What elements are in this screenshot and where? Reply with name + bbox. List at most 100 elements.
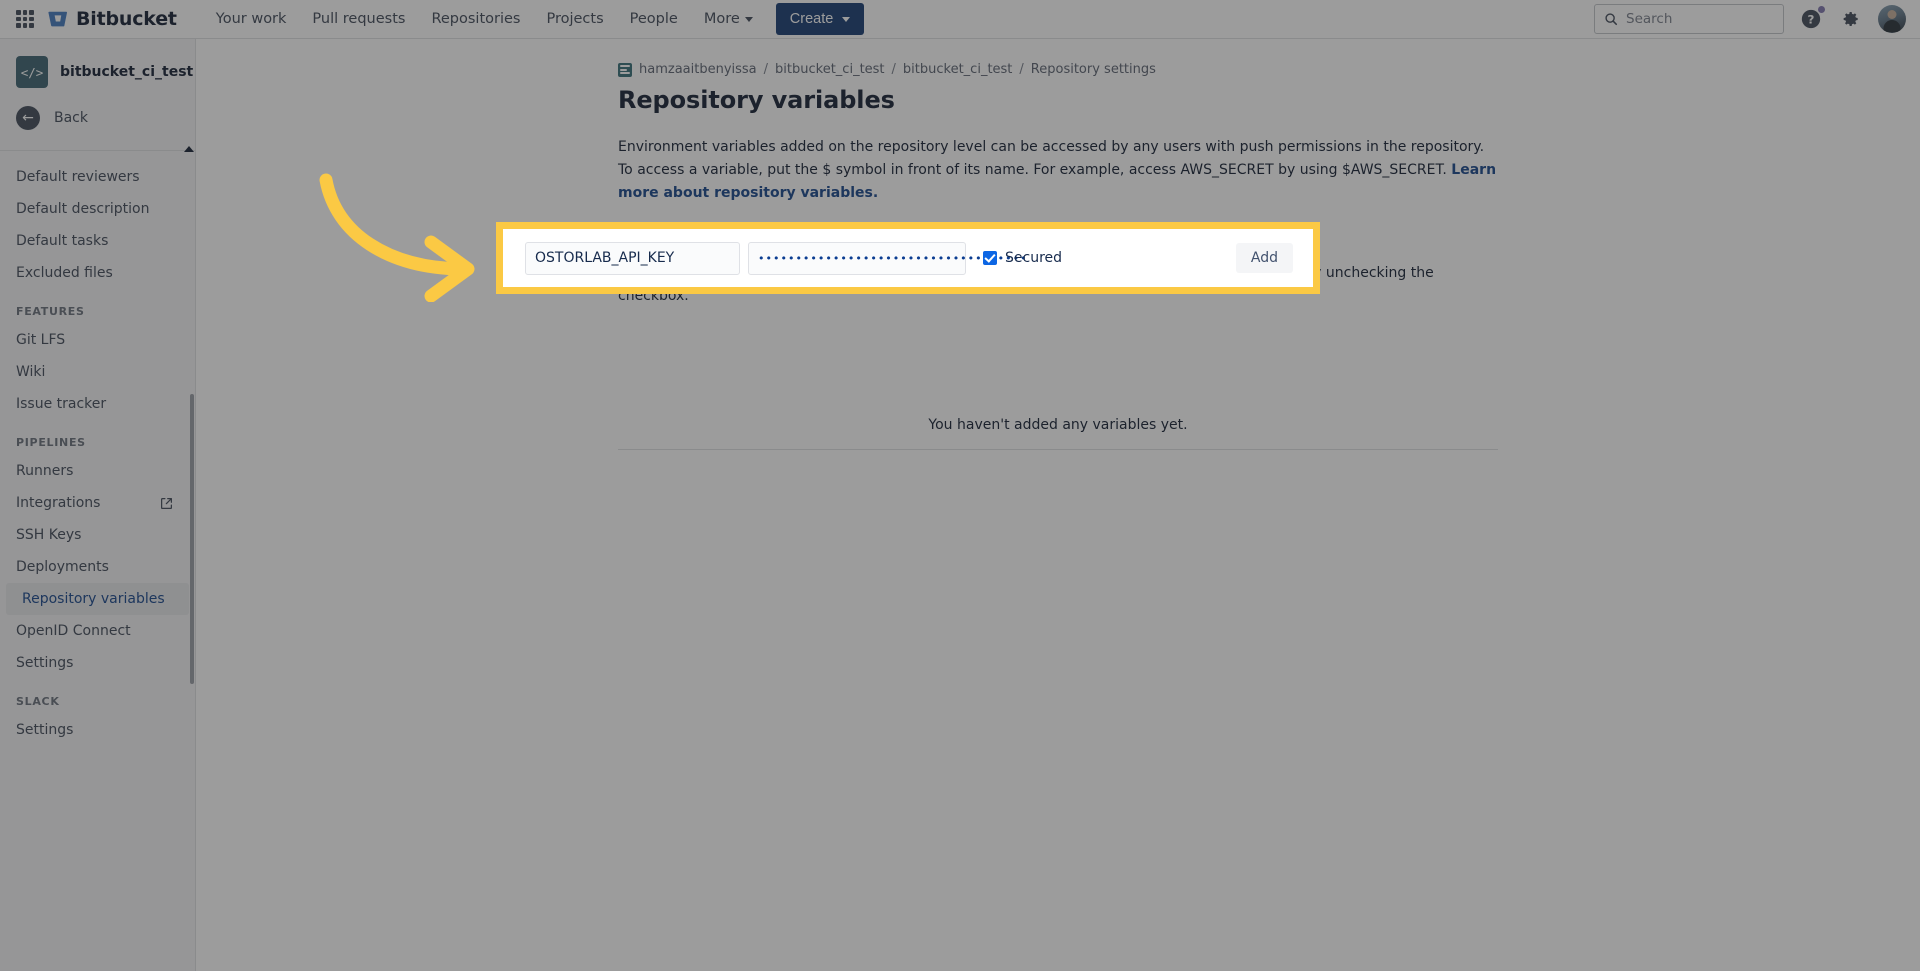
breadcrumb-project[interactable]: bitbucket_ci_test	[775, 62, 884, 77]
sidebar-item-label: Default tasks	[16, 233, 109, 249]
bitbucket-brand-text: Bitbucket	[76, 8, 177, 30]
nav-label: Repositories	[431, 11, 521, 27]
sidebar-section-features: FEATURES	[16, 305, 85, 318]
sidebar-item-settings[interactable]: Settings	[0, 647, 189, 679]
create-button[interactable]: Create	[775, 3, 865, 35]
sidebar-section-slack: SLACK	[16, 695, 60, 708]
nav-pull-requests[interactable]: Pull requests	[299, 3, 418, 35]
scrollbar-thumb[interactable]	[190, 394, 194, 684]
sidebar-item-deployments[interactable]: Deployments	[0, 551, 189, 583]
sidebar-item-issue-tracker[interactable]: Issue tracker	[0, 388, 189, 420]
settings-gear-icon	[1843, 12, 1858, 27]
secured-checkbox-group[interactable]: Secured	[983, 250, 1062, 266]
search-input[interactable]: Search	[1594, 4, 1784, 34]
back-button-label: Back	[54, 110, 88, 126]
app-switcher-icon[interactable]	[14, 8, 36, 30]
sidebar-item-default-description[interactable]: Default description	[0, 193, 189, 225]
sidebar-repo-name: bitbucket_ci_test	[60, 64, 194, 80]
breadcrumb-repository[interactable]: bitbucket_ci_test	[903, 62, 1012, 77]
sidebar-item-openid-connect[interactable]: OpenID Connect	[0, 615, 189, 647]
sidebar-item-label: Repository variables	[22, 591, 165, 607]
description-text: Environment variables added on the repos…	[618, 139, 1485, 178]
breadcrumb-repository-settings[interactable]: Repository settings	[1031, 62, 1156, 77]
breadcrumb-workspace[interactable]: hamzaaitbenyissa	[639, 62, 757, 77]
sidebar-item-label: Default description	[16, 201, 150, 217]
sidebar-section-pipelines: PIPELINES	[16, 436, 86, 449]
back-button[interactable]: ← Back	[0, 100, 195, 144]
chevron-down-icon	[744, 16, 753, 22]
page-title: Repository variables	[618, 86, 895, 114]
sidebar-item-label: Git LFS	[16, 332, 66, 348]
bitbucket-mark-icon	[48, 11, 68, 27]
topnav-right-group: Search ?	[1594, 4, 1906, 34]
create-button-label: Create	[789, 11, 834, 27]
nav-more[interactable]: More	[691, 3, 766, 35]
main-content: hamzaaitbenyissa / bitbucket_ci_test / b…	[196, 39, 1920, 971]
external-link-icon	[160, 497, 173, 510]
sidebar-item-runners[interactable]: Runners	[0, 455, 189, 487]
empty-state-message: You haven't added any variables yet.	[928, 417, 1188, 433]
sidebar-scrollbar[interactable]	[184, 144, 195, 971]
nav-label: Projects	[546, 11, 604, 27]
sidebar-scroll-area: Default reviewers Default description De…	[0, 144, 195, 971]
nav-label: People	[629, 11, 678, 27]
sidebar-item-ssh-keys[interactable]: SSH Keys	[0, 519, 189, 551]
sidebar-item-wiki[interactable]: Wiki	[0, 356, 189, 388]
variable-name-input[interactable]: OSTORLAB_API_KEY	[525, 241, 740, 275]
sidebar-item-label: Deployments	[16, 559, 109, 575]
highlighted-variable-form: OSTORLAB_API_KEY •••••••••••••••••••••••…	[496, 222, 1320, 294]
variable-value-input[interactable]: ••••••••••••••••••••••••••••••••••••	[748, 241, 1027, 275]
nav-people[interactable]: People	[617, 3, 691, 35]
sidebar-item-label: Runners	[16, 463, 74, 479]
arrow-left-icon: ←	[16, 106, 40, 130]
nav-label: More	[703, 11, 740, 27]
search-placeholder: Search	[1626, 11, 1673, 27]
nav-projects[interactable]: Projects	[533, 3, 616, 35]
sidebar-item-label: Wiki	[16, 364, 46, 380]
sidebar-item-git-lfs[interactable]: Git LFS	[0, 324, 189, 356]
nav-your-work[interactable]: Your work	[203, 3, 300, 35]
repository-code-icon: </>	[16, 56, 48, 88]
gear-icon[interactable]	[1838, 6, 1864, 32]
sidebar-item-label: Settings	[16, 722, 74, 738]
sidebar-item-label: SSH Keys	[16, 527, 82, 543]
sidebar-item-label: Excluded files	[16, 265, 113, 281]
breadcrumb: hamzaaitbenyissa / bitbucket_ci_test / b…	[618, 62, 1498, 77]
sidebar-item-label: Settings	[16, 655, 74, 671]
sidebar-repo-header[interactable]: </> bitbucket_ci_test	[0, 39, 195, 100]
sidebar-item-repository-variables[interactable]: Repository variables	[6, 583, 189, 615]
sidebar-item-slack-settings[interactable]: Settings	[0, 714, 189, 746]
add-variable-button[interactable]: Add	[1235, 243, 1293, 273]
sidebar-item-label: Integrations	[16, 495, 101, 511]
nav-label: Your work	[215, 11, 287, 27]
primary-nav-links: Your work Pull requests Repositories Pro…	[203, 3, 766, 35]
sidebar-item-label: Default reviewers	[16, 169, 140, 185]
scroll-up-caret-icon[interactable]	[184, 146, 194, 152]
avatar[interactable]	[1878, 5, 1906, 33]
breadcrumb-separator: /	[763, 62, 769, 77]
variable-form-row: OSTORLAB_API_KEY •••••••••••••••••••••••…	[503, 229, 1313, 287]
help-icon[interactable]: ?	[1798, 5, 1826, 32]
sidebar-item-integrations[interactable]: Integrations	[0, 487, 189, 519]
notification-badge	[1817, 5, 1826, 14]
nav-label: Pull requests	[312, 11, 406, 27]
workspace-icon	[618, 62, 632, 77]
search-icon	[1605, 13, 1618, 26]
settings-sidebar: </> bitbucket_ci_test ← Back Default rev…	[0, 39, 196, 971]
sidebar-item-default-tasks[interactable]: Default tasks	[0, 225, 189, 257]
nav-repositories[interactable]: Repositories	[418, 3, 533, 35]
sidebar-item-excluded-files[interactable]: Excluded files	[0, 257, 189, 289]
variable-form-placeholder	[618, 325, 1498, 397]
description-paragraph-1: Environment variables added on the repos…	[618, 136, 1498, 205]
chevron-down-icon	[842, 16, 851, 22]
top-navigation-bar: Bitbucket Your work Pull requests Reposi…	[0, 0, 1920, 39]
breadcrumb-separator: /	[891, 62, 896, 77]
content-divider	[618, 449, 1498, 450]
sidebar-item-default-reviewers[interactable]: Default reviewers	[0, 161, 189, 193]
secured-checkbox[interactable]	[983, 251, 997, 265]
breadcrumb-separator: /	[1019, 62, 1024, 77]
bitbucket-logo[interactable]: Bitbucket	[48, 8, 177, 30]
sidebar-item-label: Issue tracker	[16, 396, 107, 412]
sidebar-divider	[0, 150, 195, 151]
secured-checkbox-label: Secured	[1005, 250, 1063, 266]
